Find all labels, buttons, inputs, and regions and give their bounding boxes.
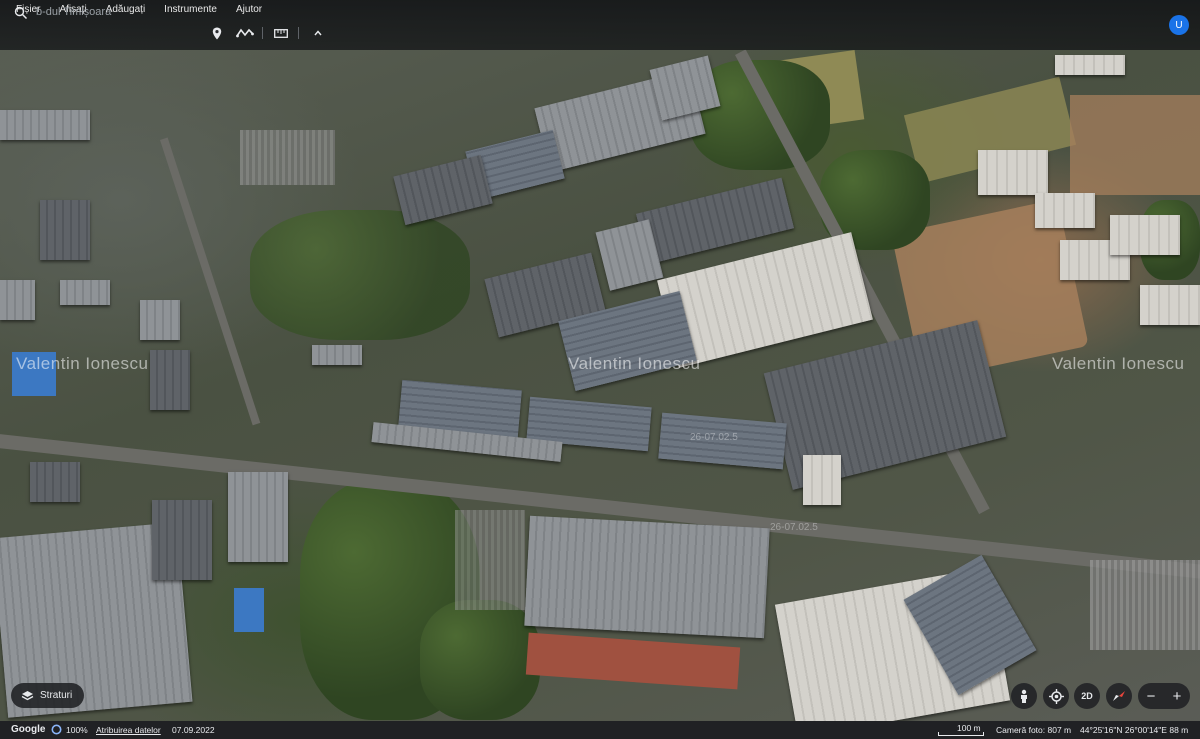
watermark-small: 26-07.02.5 [690, 432, 738, 443]
building [40, 200, 90, 260]
data-attribution-link[interactable]: Atribuirea datelor [96, 725, 161, 735]
building [0, 110, 90, 140]
ruler-icon[interactable] [272, 25, 290, 41]
zoom-progress-icon [51, 724, 62, 737]
warehouse-west [228, 472, 288, 562]
building [0, 280, 35, 320]
camera-altitude: Cameră foto: 807 m [996, 725, 1072, 735]
zoom-in-button[interactable]: + [1167, 688, 1187, 705]
residential-block [1110, 215, 1180, 255]
toolbar-separator [298, 27, 299, 39]
building [140, 300, 180, 340]
shed [803, 455, 841, 505]
dirt-area [1070, 95, 1200, 195]
building [60, 280, 110, 305]
toolbar-separator [262, 27, 263, 39]
menu-help[interactable]: Ajutor [236, 0, 262, 22]
warehouse-south [524, 515, 770, 639]
watermark-text: Valentin Ionescu [1052, 354, 1185, 373]
google-logo: Google [11, 724, 46, 735]
residential-block [978, 150, 1048, 195]
tree-cluster [420, 600, 540, 720]
greenhouse [240, 130, 335, 185]
watermark-text: Valentin Ionescu [16, 354, 149, 373]
location-target-icon [1048, 688, 1064, 704]
pegman-button[interactable] [1011, 683, 1037, 709]
pegman-icon [1021, 689, 1027, 703]
zoom-out-button[interactable]: − [1141, 688, 1161, 705]
parking-lot [1090, 560, 1200, 650]
residential-block [1140, 285, 1200, 325]
layers-button[interactable]: Straturi [11, 683, 84, 708]
account-avatar[interactable]: U [1169, 15, 1189, 35]
load-percent: 100% [66, 725, 88, 735]
building [150, 350, 190, 410]
building [312, 345, 362, 365]
path-icon[interactable] [234, 25, 256, 41]
view-mode-2d-button[interactable]: 2D [1074, 683, 1100, 709]
search-input[interactable] [36, 4, 186, 20]
blue-roof-building [234, 588, 264, 632]
coordinates: 44°25'16"N 26°00'14"E 88 m [1080, 725, 1189, 735]
compass-icon [1113, 691, 1125, 701]
zoom-control: − + [1138, 683, 1190, 709]
retail-hall [763, 320, 1007, 490]
watermark-small: 26-07.02.5 [770, 522, 818, 533]
residential-block [1055, 55, 1125, 75]
building [30, 462, 80, 502]
layers-icon [21, 690, 34, 700]
warehouse-west [152, 500, 212, 580]
tree-cluster [250, 210, 470, 340]
top-toolbar: Fișier Afișați Adăugați Instrumente Ajut… [0, 0, 1200, 50]
compass-button[interactable] [1106, 683, 1132, 709]
imagery-date: 07.09.2022 [172, 725, 215, 735]
warehouse [393, 154, 493, 226]
my-location-button[interactable] [1043, 683, 1069, 709]
scale-bar [938, 732, 984, 736]
red-roof-building [525, 632, 741, 690]
parking-lot [455, 510, 525, 610]
residential-block [1035, 193, 1095, 228]
chevron-up-icon[interactable] [309, 25, 327, 41]
placemark-icon[interactable] [208, 25, 226, 41]
layers-label: Straturi [40, 690, 73, 701]
status-bar: Google 100% Atribuirea datelor 07.09.202… [0, 721, 1200, 739]
satellite-map[interactable]: Valentin Ionescu Valentin Ionescu Valent… [0, 0, 1200, 739]
watermark-text: Valentin Ionescu [568, 354, 701, 373]
search-icon[interactable] [14, 6, 28, 20]
